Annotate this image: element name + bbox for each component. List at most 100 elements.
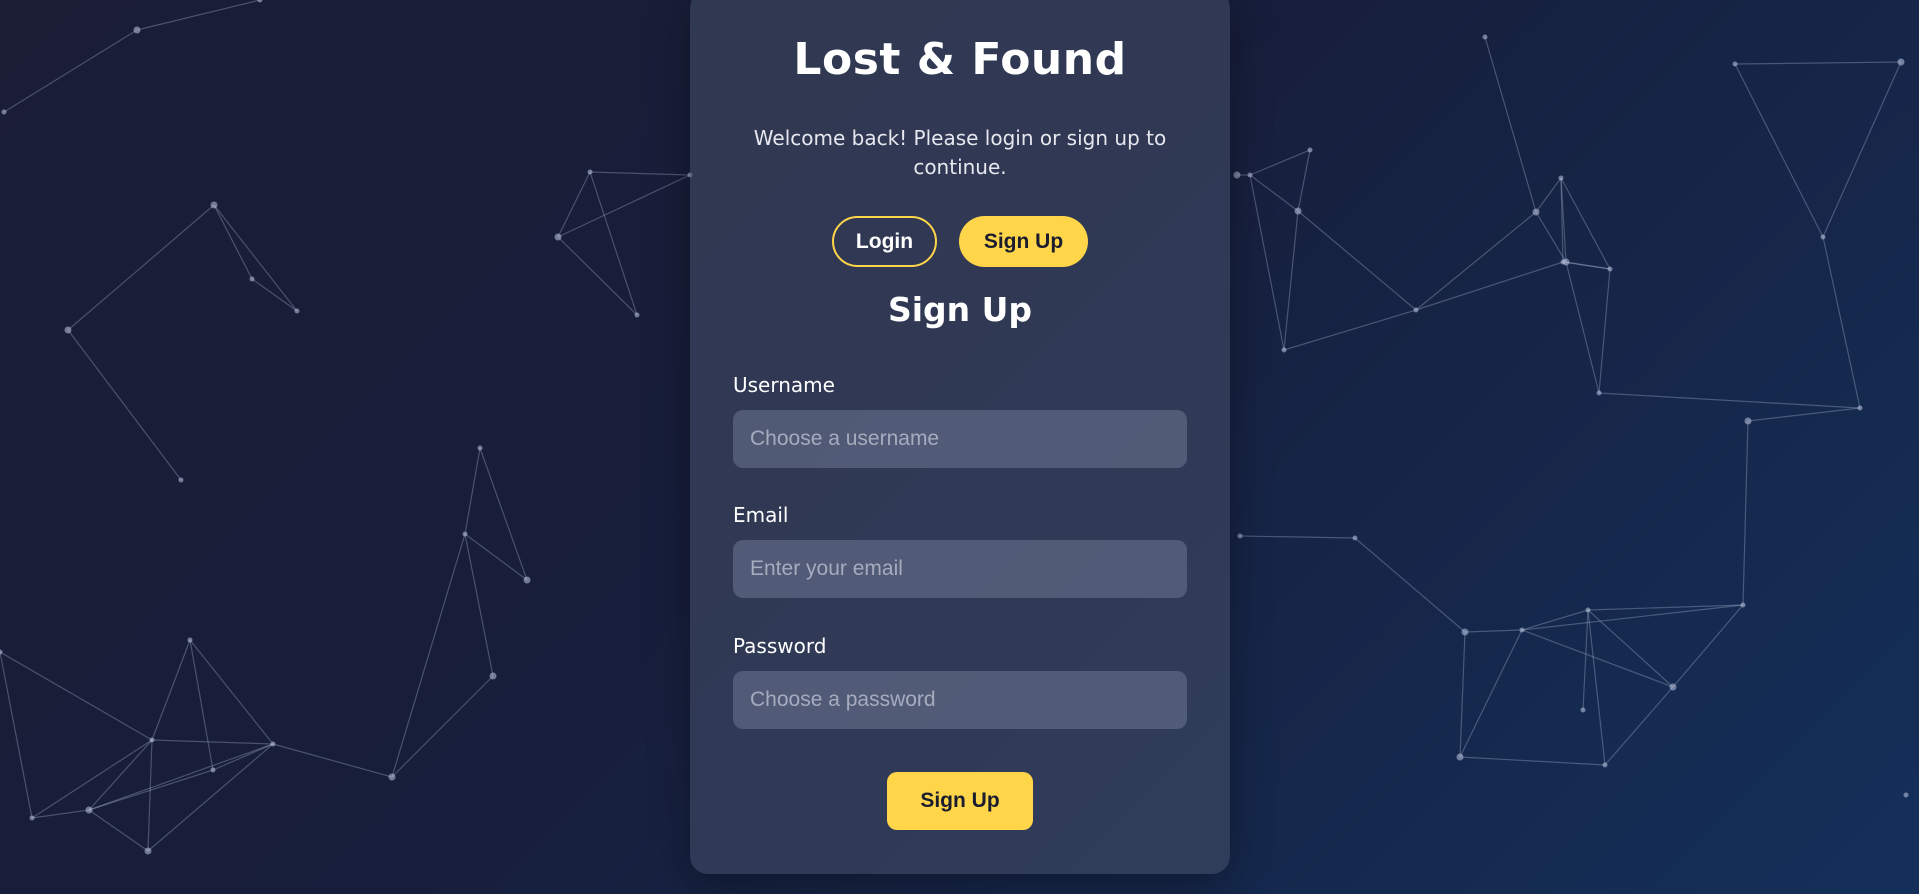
network-line (1297, 210, 1417, 311)
network-line (464, 533, 528, 581)
network-line (1734, 63, 1824, 238)
network-line (151, 739, 274, 745)
network-line (213, 204, 253, 280)
network-node (1558, 175, 1564, 181)
username-field-group: Username (733, 373, 1187, 468)
network-node (1596, 390, 1602, 396)
network-line (1415, 261, 1564, 311)
network-line (589, 171, 638, 316)
network-line (1747, 407, 1861, 422)
network-line (251, 278, 298, 312)
network-line (1249, 174, 1285, 351)
auth-card: Lost & Found Welcome back! Please login … (690, 0, 1230, 874)
signup-submit-button[interactable]: Sign Up (887, 772, 1033, 830)
network-line (272, 743, 393, 778)
network-node (210, 767, 216, 773)
network-node (462, 531, 468, 537)
network-node (1602, 762, 1608, 768)
network-line (1464, 629, 1523, 633)
network-node (523, 576, 531, 584)
network-line (1459, 629, 1523, 758)
network-node (554, 233, 562, 241)
network-line (1459, 756, 1606, 766)
network-line (147, 739, 153, 852)
network-node (1, 109, 7, 115)
network-node (1461, 628, 1469, 636)
network-node (1237, 533, 1243, 539)
network-line (1604, 686, 1674, 766)
network-line (464, 447, 481, 535)
network-node (1294, 207, 1302, 215)
network-line (589, 171, 691, 176)
username-label: Username (733, 373, 835, 397)
network-node (1740, 602, 1746, 608)
username-input[interactable] (733, 410, 1187, 468)
network-line (0, 651, 153, 741)
network-line (557, 236, 638, 316)
network-line (3, 29, 138, 113)
network-node (1732, 61, 1738, 67)
network-line (0, 651, 33, 819)
network-node (477, 445, 483, 451)
signup-toggle-button[interactable]: Sign Up (959, 216, 1088, 267)
network-node (187, 637, 193, 643)
network-line (213, 204, 298, 312)
network-node (29, 815, 35, 821)
network-line (464, 533, 494, 677)
network-line (1283, 309, 1417, 351)
network-line (88, 743, 274, 811)
network-node (1281, 347, 1287, 353)
network-line (1459, 631, 1466, 758)
network-line (1598, 268, 1611, 394)
password-field-group: Password (733, 634, 1187, 729)
network-node (1580, 707, 1586, 713)
email-label: Email (733, 503, 789, 527)
network-line (1742, 420, 1749, 606)
network-line (1587, 609, 1606, 766)
network-line (1535, 177, 1562, 213)
network-line (31, 809, 90, 819)
network-node (1857, 405, 1863, 411)
login-toggle-button[interactable]: Login (832, 216, 937, 267)
network-node (1607, 266, 1613, 272)
network-line (212, 743, 274, 771)
auth-toggle: Login Sign Up (690, 216, 1230, 267)
app-title: Lost & Found (793, 34, 1127, 85)
network-node (1307, 147, 1313, 153)
network-node (1233, 171, 1241, 179)
network-line (1239, 535, 1356, 539)
network-node (1482, 34, 1488, 40)
network-node (144, 847, 152, 855)
network-node (587, 169, 593, 175)
network-line (1734, 61, 1902, 65)
network-line (1672, 604, 1744, 688)
network-node (634, 312, 640, 318)
network-line (1354, 537, 1466, 633)
network-node (178, 477, 184, 483)
network-node (257, 0, 263, 3)
network-node (1669, 683, 1677, 691)
network-node (1897, 58, 1905, 66)
network-node (1352, 535, 1358, 541)
network-node (1413, 307, 1419, 313)
network-line (136, 0, 261, 31)
network-node (1585, 607, 1591, 613)
network-line (1297, 149, 1311, 212)
password-label: Password (733, 634, 827, 658)
password-input[interactable] (733, 671, 1187, 729)
network-line (1565, 261, 1611, 270)
network-line (557, 174, 691, 238)
network-line (67, 204, 215, 331)
network-node (388, 773, 396, 781)
network-line (147, 743, 274, 852)
welcome-message: Welcome back! Please login or sign up to… (753, 126, 1167, 179)
network-line (1560, 177, 1611, 270)
network-line (88, 809, 149, 852)
network-node (1560, 259, 1566, 265)
email-input[interactable] (733, 540, 1187, 598)
network-node (64, 326, 72, 334)
network-node (1519, 627, 1525, 633)
network-line (479, 447, 528, 581)
network-node (133, 26, 141, 34)
form-heading: Sign Up (887, 290, 1033, 329)
